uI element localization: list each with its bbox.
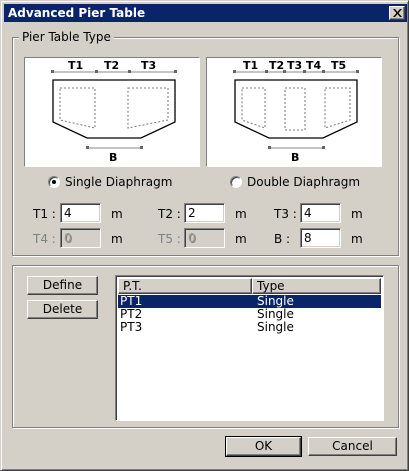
t2-input[interactable]: 2 [184, 203, 225, 223]
single-diaphragm-radio[interactable] [48, 176, 60, 188]
table-row[interactable]: PT2 Single [118, 308, 381, 321]
single-diaphragm-diagram: T1 T2 T3 B [24, 57, 200, 167]
t5-label: T5 : [158, 232, 181, 246]
window-title: Advanced Pier Table [8, 6, 146, 20]
single-label-t1: T1 [68, 59, 83, 72]
pier-table-type-legend: Pier Table Type [19, 30, 114, 44]
close-button[interactable] [389, 6, 405, 20]
double-diaphragm-diagram: T1 T2 T3 T4 T5 B [206, 57, 382, 167]
t3-input[interactable]: 4 [300, 203, 341, 223]
table-row[interactable]: PT1 Single [117, 294, 382, 309]
double-diaphragm-label[interactable]: Double Diaphragm [247, 175, 360, 189]
double-label-t3: T3 [287, 59, 302, 72]
t4-input: 0 [60, 228, 101, 248]
t1-input[interactable]: 4 [60, 203, 101, 223]
ok-button[interactable]: OK [225, 436, 302, 457]
b-input[interactable]: 8 [300, 228, 341, 248]
table-row[interactable]: PT3 Single [118, 321, 381, 334]
single-diaphragm-label[interactable]: Single Diaphragm [65, 175, 172, 189]
t1-label: T1 : [33, 207, 56, 221]
double-label-t4: T4 [306, 59, 322, 72]
column-header-type[interactable]: Type [252, 278, 381, 294]
single-diaphragm-drawing: T1 T2 T3 B [51, 59, 177, 164]
t4-label: T4 : [33, 232, 56, 246]
double-diaphragm-drawing: T1 T2 T3 T4 T5 B [233, 59, 359, 164]
double-diaphragm-radio[interactable] [230, 176, 242, 188]
t3-label: T3 : [274, 207, 297, 221]
t2-label: T2 : [158, 207, 181, 221]
double-label-t5: T5 [331, 59, 346, 72]
radio-selected-dot [52, 180, 56, 184]
t3-unit: m [351, 207, 363, 221]
b-unit: m [351, 232, 363, 246]
delete-button[interactable]: Delete [27, 300, 98, 319]
advanced-pier-table-dialog: Advanced Pier Table Pier Table Type T1 T… [0, 0, 409, 471]
t5-input: 0 [184, 228, 225, 248]
double-label-b: B [291, 151, 299, 164]
cancel-button[interactable]: Cancel [308, 437, 397, 456]
single-label-t2: T2 [104, 59, 119, 72]
title-bar[interactable]: Advanced Pier Table [4, 4, 407, 22]
row-type: Single [257, 320, 294, 334]
column-header-pt[interactable]: P.T. [118, 278, 252, 294]
b-label: B : [274, 232, 291, 246]
define-button[interactable]: Define [27, 276, 98, 295]
row-pt: PT3 [120, 320, 143, 334]
single-label-t3: T3 [141, 59, 156, 72]
t5-unit: m [235, 232, 247, 246]
pier-table-list[interactable]: P.T. Type PT1 Single PT2 Single PT3 Sing… [115, 275, 384, 421]
t1-unit: m [111, 207, 123, 221]
double-label-t1: T1 [243, 59, 258, 72]
double-label-t2: T2 [269, 59, 284, 72]
close-icon [393, 9, 402, 17]
single-label-b: B [109, 151, 117, 164]
t2-unit: m [235, 207, 247, 221]
t4-unit: m [111, 232, 123, 246]
